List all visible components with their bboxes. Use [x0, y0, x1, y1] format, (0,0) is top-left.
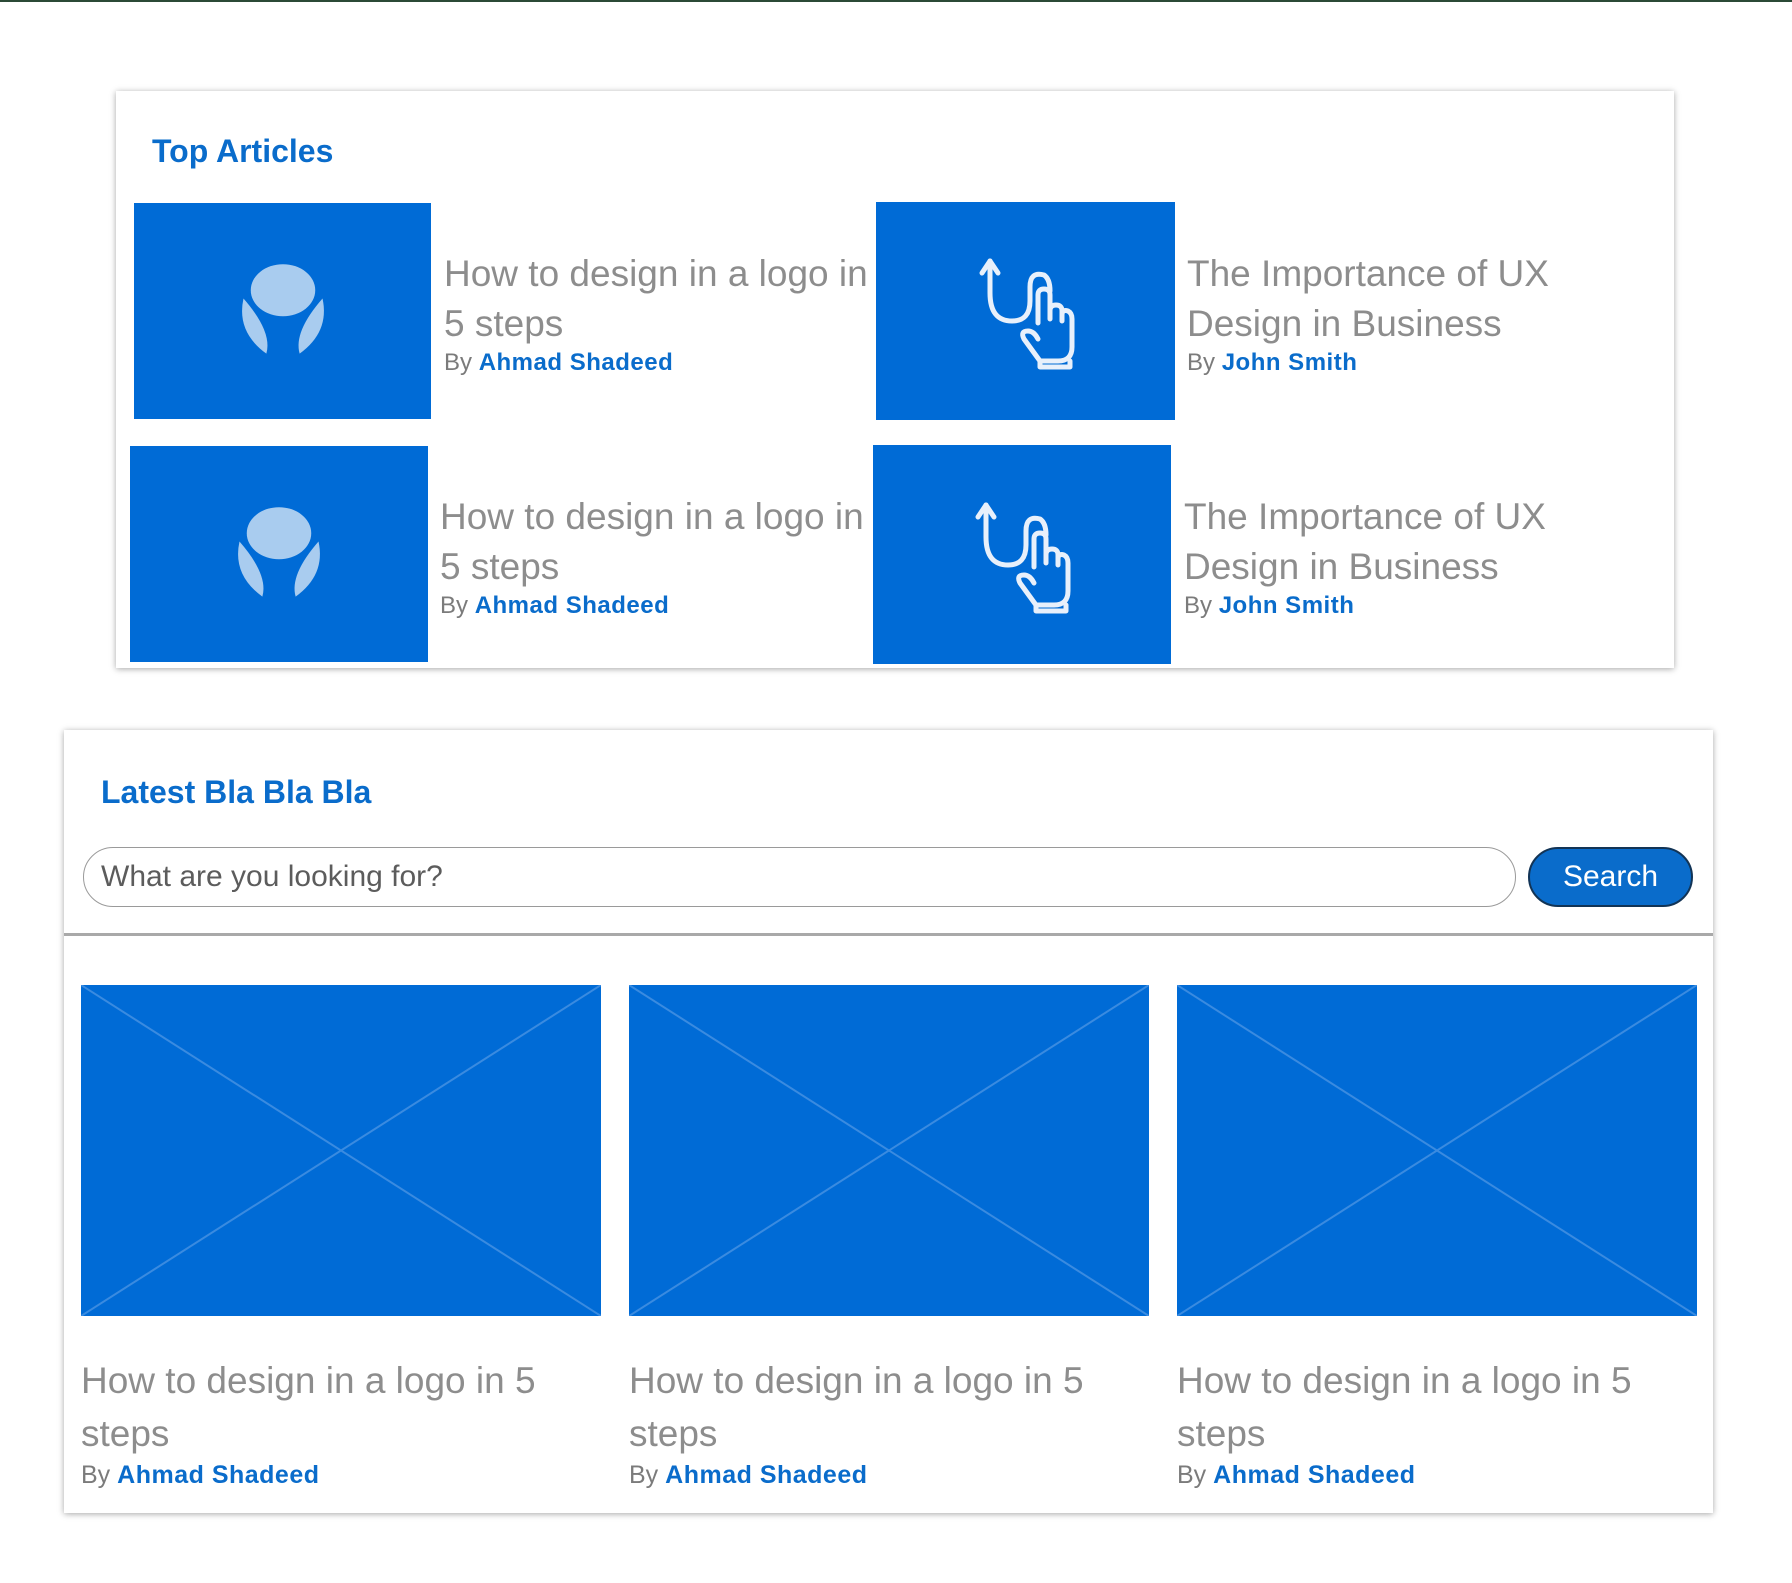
article-title[interactable]: How to design in a logo in 5 steps [81, 1354, 601, 1460]
author-link[interactable]: Ahmad Shadeed [117, 1461, 319, 1489]
author-link[interactable]: John Smith [1222, 349, 1358, 376]
search-bar: Search [83, 847, 1695, 907]
author-link[interactable]: John Smith [1219, 592, 1355, 619]
article-text: How to design in a logo in 5 steps By Ah… [444, 249, 874, 377]
swipe-hand-icon [975, 502, 1071, 613]
latest-article-card: How to design in a logo in 5 steps By Ah… [629, 985, 1149, 1490]
byline-prefix: By [1187, 349, 1216, 376]
article-byline: By John Smith [1184, 592, 1614, 620]
swipe-hand-icon [979, 258, 1074, 370]
divider [64, 933, 1713, 936]
author-link[interactable]: Ahmad Shadeed [665, 1461, 867, 1489]
article-title[interactable]: How to design in a logo in 5 steps [1177, 1354, 1697, 1460]
search-button[interactable]: Search [1528, 847, 1693, 907]
latest-heading: Latest Bla Bla Bla [101, 774, 372, 810]
article-thumbnail[interactable] [873, 445, 1171, 664]
byline-prefix: By [444, 349, 473, 376]
article-byline: By John Smith [1187, 349, 1617, 377]
article-thumbnail[interactable] [876, 202, 1175, 420]
article-title[interactable]: How to design in a logo in 5 steps [444, 249, 874, 349]
top-articles-heading: Top Articles [152, 133, 334, 169]
search-input[interactable] [83, 847, 1516, 907]
logo-icon [241, 264, 324, 354]
image-placeholder-icon[interactable] [81, 985, 601, 1316]
author-link[interactable]: Ahmad Shadeed [475, 592, 670, 619]
byline-prefix: By [81, 1461, 111, 1489]
article-thumbnail[interactable] [130, 446, 428, 662]
article-text: How to design in a logo in 5 steps By Ah… [440, 492, 870, 620]
byline-prefix: By [1184, 592, 1213, 619]
article-title[interactable]: The Importance of UX Design in Business [1187, 249, 1617, 349]
article-thumbnail[interactable] [134, 203, 431, 419]
article-byline: By Ahmad Shadeed [81, 1460, 601, 1490]
article-title[interactable]: The Importance of UX Design in Business [1184, 492, 1614, 592]
article-title[interactable]: How to design in a logo in 5 steps [629, 1354, 1149, 1460]
author-link[interactable]: Ahmad Shadeed [479, 349, 674, 376]
latest-articles-card: Latest Bla Bla Bla Search How to design … [64, 730, 1713, 1513]
byline-prefix: By [440, 592, 469, 619]
latest-article-card: How to design in a logo in 5 steps By Ah… [1177, 985, 1697, 1490]
article-title[interactable]: How to design in a logo in 5 steps [440, 492, 870, 592]
image-placeholder-icon[interactable] [1177, 985, 1697, 1316]
top-articles-card: Top Articles How to design in a logo in … [116, 91, 1674, 668]
top-border [0, 0, 1792, 2]
author-link[interactable]: Ahmad Shadeed [1213, 1461, 1415, 1489]
byline-prefix: By [629, 1461, 659, 1489]
image-placeholder-icon[interactable] [629, 985, 1149, 1316]
latest-article-card: How to design in a logo in 5 steps By Ah… [81, 985, 601, 1490]
article-byline: By Ahmad Shadeed [1177, 1460, 1697, 1490]
article-byline: By Ahmad Shadeed [440, 592, 870, 620]
article-text: The Importance of UX Design in Business … [1184, 492, 1614, 620]
logo-icon [238, 507, 320, 597]
article-text: The Importance of UX Design in Business … [1187, 249, 1617, 377]
article-byline: By Ahmad Shadeed [629, 1460, 1149, 1490]
byline-prefix: By [1177, 1461, 1207, 1489]
article-byline: By Ahmad Shadeed [444, 349, 874, 377]
